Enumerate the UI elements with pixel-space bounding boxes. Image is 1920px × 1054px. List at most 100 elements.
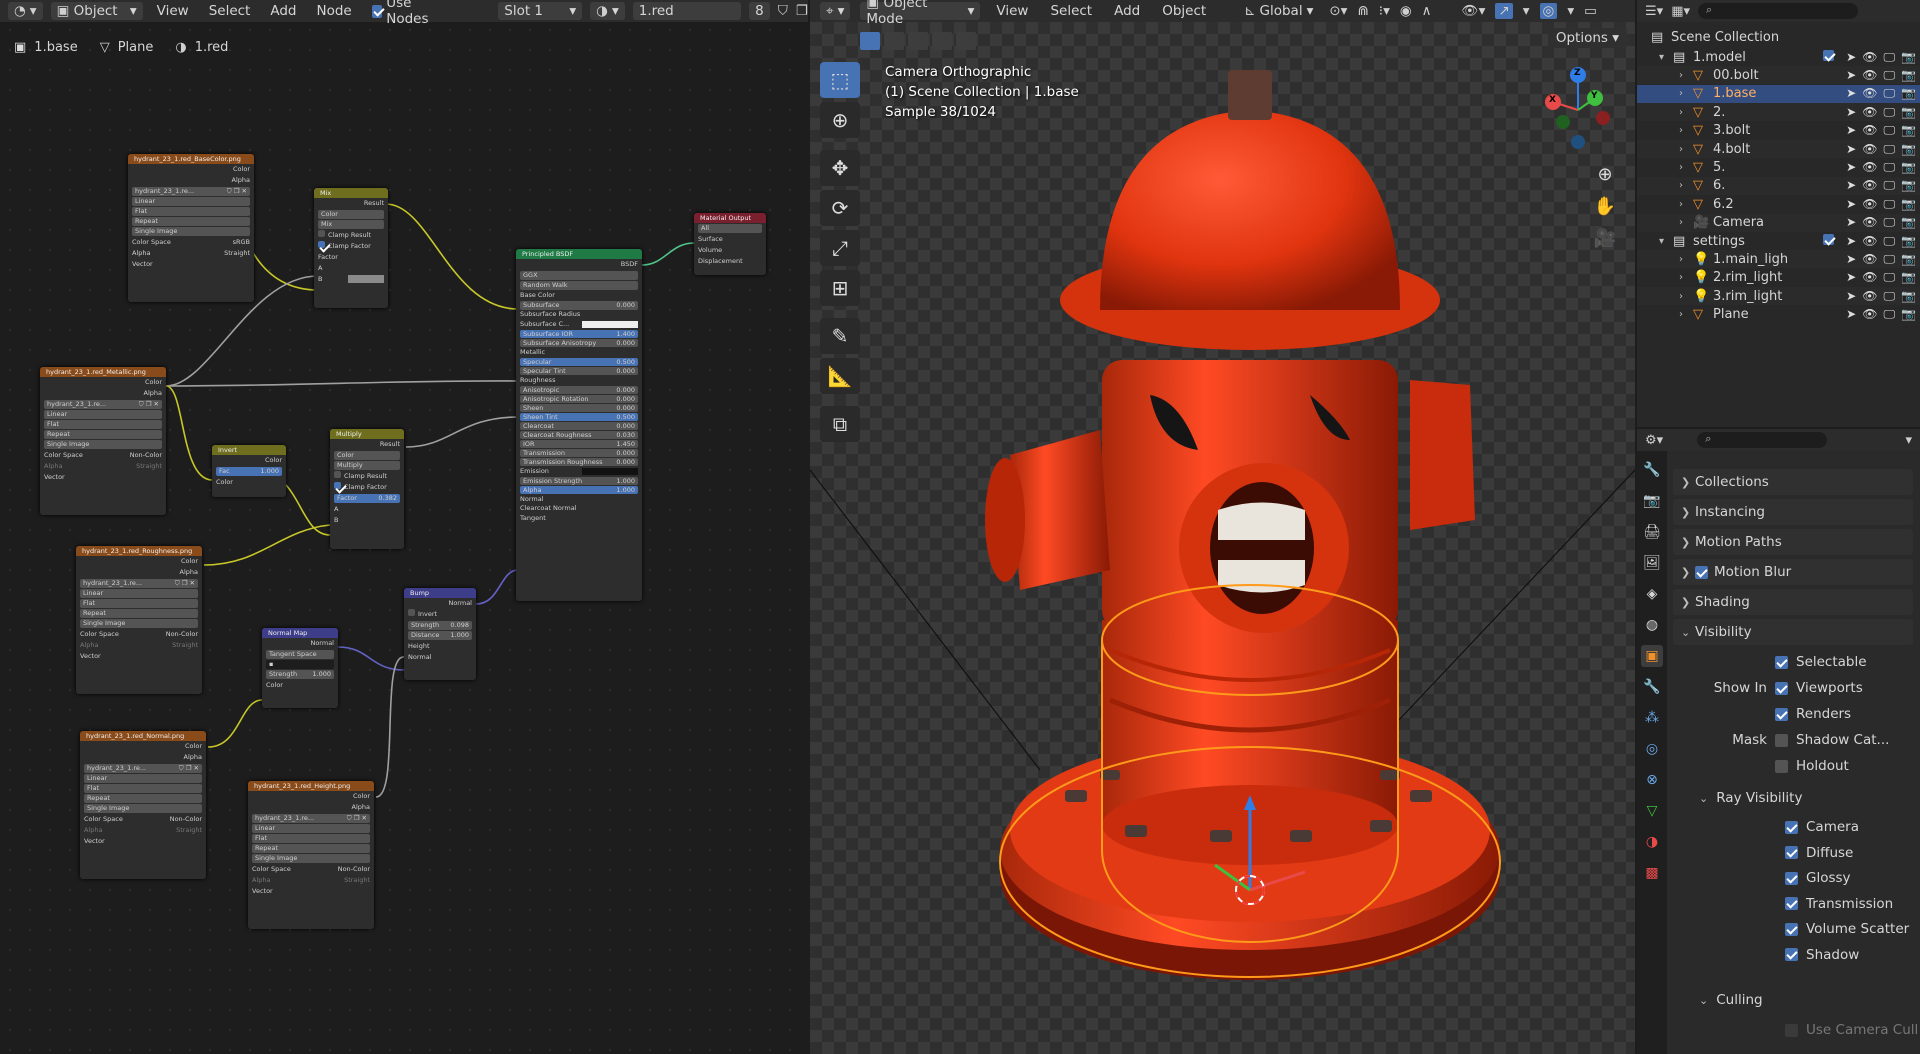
bsdf-input-row[interactable]: Sheen Tint 0.500 [520, 412, 638, 421]
bsdf-input-row[interactable]: Emission [516, 467, 642, 477]
strength-field[interactable]: Strength 0.098 [408, 621, 472, 630]
image-field[interactable]: hydrant_23_1.re... ⛉ ❐ ✕ [252, 814, 370, 823]
colorspace-row[interactable]: Color Space Non-Color [248, 864, 374, 875]
outliner-icon[interactable]: ☰▾ [1645, 4, 1663, 19]
eye-icon[interactable]: 👁 [1862, 142, 1877, 157]
clamp-result-toggle[interactable]: Clamp Result [314, 230, 388, 241]
outliner-row[interactable]: › ▽ 1.base ➤ 👁 🖵 📷 [1637, 84, 1920, 103]
chevron-right-icon[interactable]: › [1679, 291, 1683, 302]
ray-camera-checkbox[interactable]: Camera [1785, 819, 1859, 835]
outliner-row[interactable]: ▾ ▤ settings ➤ 👁 🖵 📷 [1637, 232, 1920, 250]
bsdf-input-row[interactable]: Anisotropic 0.000 [520, 385, 638, 394]
render-camera-icon[interactable]: 📷 [1901, 123, 1916, 138]
image-field[interactable]: hydrant_23_1.re... ⛉ ❐ ✕ [44, 400, 162, 409]
socket-alpha-out[interactable]: Alpha [128, 175, 254, 186]
socket-color-in[interactable]: Color [262, 680, 338, 691]
outliner-row[interactable]: › ▽ 4.bolt ➤ 👁 🖵 📷 [1637, 140, 1920, 158]
chevron-right-icon[interactable]: › [1679, 107, 1683, 118]
outliner-item-name[interactable]: 6. [1713, 178, 1725, 193]
render-camera-icon[interactable]: 📷 [1901, 307, 1916, 322]
3d-viewport[interactable]: ⌖ ▾ ▣ Object Mode ▾ View Select Add Object… [810, 0, 1635, 1054]
modifier-tab-icon[interactable]: 🔧 [1641, 676, 1663, 698]
pan-hand-icon[interactable]: ✋ [1591, 192, 1619, 220]
source-dropdown[interactable]: Single Image [80, 619, 198, 628]
extension-dropdown[interactable]: Repeat [44, 430, 162, 439]
node-multiply[interactable]: Multiply Result Color Multiply Clamp Res… [330, 429, 404, 549]
eye-icon[interactable]: 👁 [1862, 68, 1877, 83]
panel-shading[interactable]: ❯ Shading [1673, 589, 1913, 615]
ray-shadow-checkbox[interactable]: Shadow [1785, 947, 1859, 963]
node-material-output[interactable]: Material Output All Surface Volume Displ… [694, 213, 766, 275]
exclude-checkbox[interactable] [1823, 233, 1835, 245]
selectable-arrow-icon[interactable]: ➤ [1846, 234, 1856, 249]
display-mode-icon[interactable]: ▦▾ [1671, 4, 1690, 19]
socket-color-in[interactable]: Color [212, 477, 286, 488]
socket-b-in[interactable]: B [330, 515, 404, 526]
blend-mode-dropdown[interactable]: Mix [318, 220, 384, 229]
zoom-icon[interactable]: ⊕ [1591, 160, 1619, 188]
colorspace-row[interactable]: Color Space Non-Color [76, 629, 202, 640]
socket-normal-out[interactable]: Normal [262, 638, 338, 649]
node-normal-texture[interactable]: hydrant_23_1.red_Normal.png Color Alpha … [80, 731, 206, 879]
monitor-icon[interactable]: 🖵 [1883, 197, 1895, 212]
bsdf-input-row[interactable]: Transmission Roughness 0.000 [520, 457, 638, 466]
outliner-item-name[interactable]: 1.base [1713, 86, 1756, 101]
source-dropdown[interactable]: Single Image [132, 227, 250, 236]
clamp-factor-toggle[interactable]: Clamp Factor [330, 482, 404, 493]
eye-icon[interactable]: 👁 [1862, 86, 1877, 101]
selectable-arrow-icon[interactable]: ➤ [1846, 307, 1856, 322]
constraints-tab-icon[interactable]: ⊗ [1641, 769, 1663, 791]
bsdf-input-row[interactable]: Alpha 1.000 [520, 485, 638, 494]
render-camera-icon[interactable]: 📷 [1901, 215, 1916, 230]
outliner-item-name[interactable]: Camera [1713, 215, 1764, 230]
world-tab-icon[interactable]: ◍ [1641, 614, 1663, 636]
node-height-texture[interactable]: hydrant_23_1.red_Height.png Color Alpha … [248, 781, 374, 929]
socket-height-in[interactable]: Height [404, 641, 476, 652]
panel-visibility[interactable]: ⌄ Visibility [1673, 619, 1913, 645]
bsdf-input-row[interactable]: Metallic [516, 348, 642, 358]
monitor-icon[interactable]: 🖵 [1883, 68, 1895, 83]
selectable-arrow-icon[interactable]: ➤ [1846, 142, 1856, 157]
outliner-item-name[interactable]: 00.bolt [1713, 68, 1759, 83]
outliner-row[interactable]: › ▽ 00.bolt ➤ 👁 🖵 📷 [1637, 66, 1920, 85]
particles-tab-icon[interactable]: ⁂ [1641, 707, 1663, 729]
extension-dropdown[interactable]: Repeat [80, 609, 198, 618]
outliner-row[interactable]: › 🎥 Camera ➤ 👁 🖵 📷 [1637, 213, 1920, 232]
monitor-icon[interactable]: 🖵 [1883, 123, 1895, 138]
socket-factor-in[interactable]: Factor [314, 252, 388, 263]
selectable-arrow-icon[interactable]: ➤ [1846, 105, 1856, 120]
selectable-checkbox[interactable]: Selectable [1775, 654, 1867, 670]
chevron-right-icon[interactable]: › [1679, 162, 1683, 173]
extension-dropdown[interactable]: Repeat [84, 794, 202, 803]
bsdf-input-row[interactable]: Roughness [516, 376, 642, 386]
chevron-right-icon[interactable]: › [1679, 125, 1683, 136]
socket-alpha-out[interactable]: Alpha [248, 802, 374, 813]
interp-dropdown[interactable]: Linear [132, 197, 250, 206]
render-camera-icon[interactable]: 📷 [1901, 234, 1916, 249]
bsdf-input-row[interactable]: Normal [516, 495, 642, 505]
outliner-row[interactable]: › ▽ 6.2 ➤ 👁 🖵 📷 [1637, 195, 1920, 213]
ray-transmission-checkbox[interactable]: Transmission [1785, 896, 1893, 912]
panel-motion-paths[interactable]: ❯ Motion Paths [1673, 529, 1913, 555]
properties-editor[interactable]: ⚙▾ ⌕ ▾ 🔧 📷 🖨 🖼 ◈ ◍ ▣ 🔧 ⁂ ◎ ⊗ ▽ ◑ ▩ ❯ Coll… [1637, 429, 1920, 1054]
bsdf-input-row[interactable]: Emission Strength 1.000 [520, 476, 638, 485]
socket-vector-in[interactable]: Vector [76, 651, 202, 662]
eye-icon[interactable]: 👁 [1862, 215, 1877, 230]
distribution-dropdown[interactable]: GGX [520, 271, 638, 280]
outliner-search-input[interactable]: ⌕ [1698, 3, 1858, 19]
node-editor[interactable]: ◔ ▾ ▣ Object ▾ View Select Add Node Use No… [0, 0, 808, 1054]
projection-dropdown[interactable]: Flat [44, 420, 162, 429]
properties-search-input[interactable]: ⌕ [1697, 432, 1828, 448]
bsdf-input-row[interactable]: Anisotropic Rotation 0.000 [520, 394, 638, 403]
chevron-right-icon[interactable]: › [1679, 199, 1683, 210]
bsdf-input-row[interactable]: Subsurface 0.000 [520, 301, 638, 310]
render-camera-icon[interactable]: 📷 [1901, 142, 1916, 157]
chevron-right-icon[interactable]: › [1679, 70, 1683, 81]
socket-vector-in[interactable]: Vector [40, 472, 166, 483]
monitor-icon[interactable]: 🖵 [1883, 105, 1895, 120]
monitor-icon[interactable]: 🖵 [1883, 252, 1895, 267]
eye-icon[interactable]: 👁 [1862, 123, 1877, 138]
node-invert[interactable]: Invert Color Fac 1.000 Color [212, 445, 286, 497]
subpanel-culling[interactable]: ⌄ Culling [1699, 992, 1763, 1008]
properties-icon[interactable]: ⚙▾ [1645, 433, 1663, 448]
